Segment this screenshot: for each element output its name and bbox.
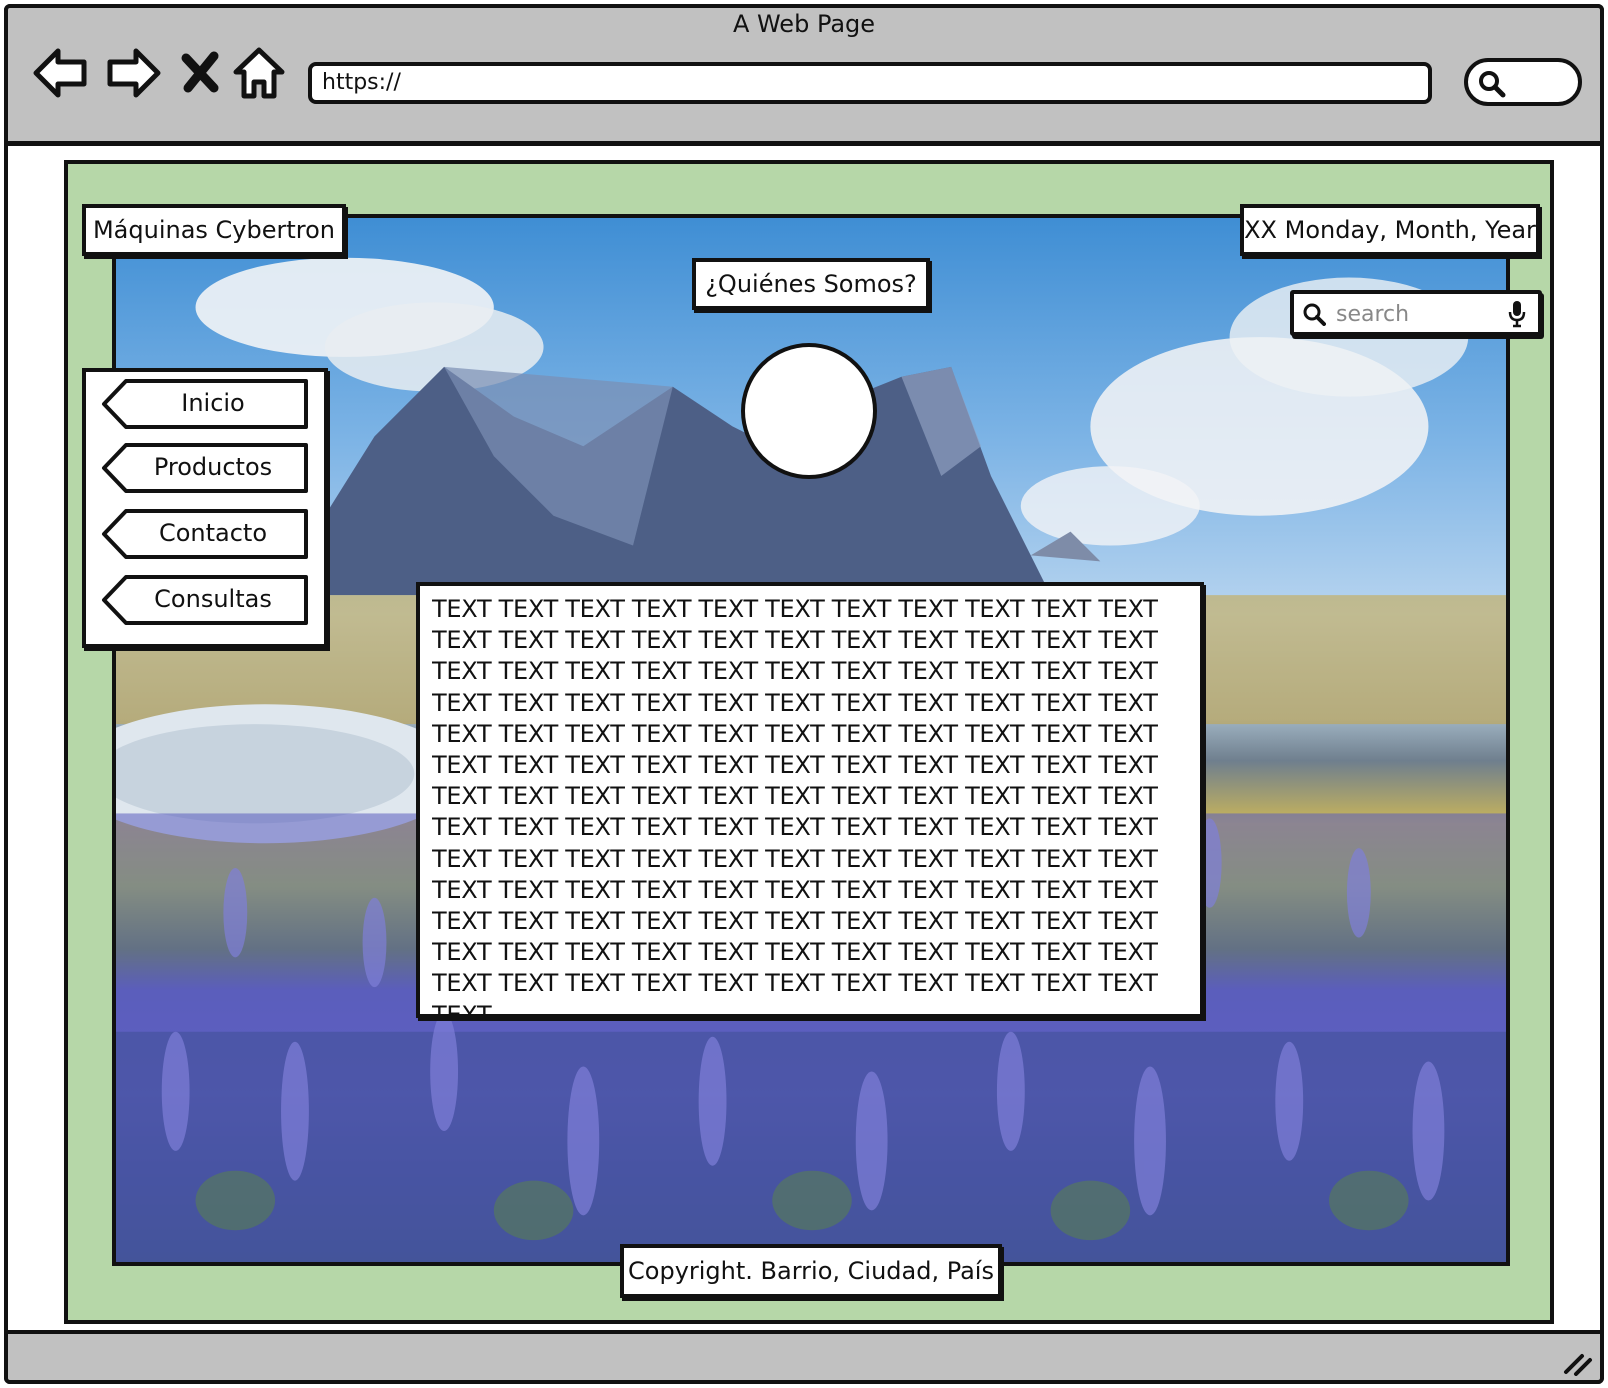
home-icon[interactable] <box>230 44 288 102</box>
search-icon <box>1479 71 1506 98</box>
forward-icon[interactable] <box>104 44 162 102</box>
search-icon <box>1303 303 1326 326</box>
nav-item-label: Contacto <box>158 519 268 547</box>
footer-copyright: Copyright. Barrio, Ciudad, País <box>620 1244 1002 1298</box>
resize-grip-icon[interactable] <box>1562 1348 1594 1376</box>
date-label: XX Monday, Month, Year <box>1240 204 1540 256</box>
nav-item-inicio[interactable]: Inicio <box>100 378 312 430</box>
content-panel: TEXT TEXT TEXT TEXT TEXT TEXT TEXT TEXT … <box>416 582 1204 1018</box>
logo-placeholder <box>741 343 877 479</box>
window-title: A Web Page <box>732 10 876 38</box>
nav-item-contacto[interactable]: Contacto <box>100 508 312 560</box>
nav-item-label: Productos <box>153 453 273 481</box>
body-text: TEXT TEXT TEXT TEXT TEXT TEXT TEXT TEXT … <box>432 595 1158 1014</box>
back-icon[interactable] <box>32 44 90 102</box>
nav-item-consultas[interactable]: Consultas <box>100 574 312 626</box>
url-bar[interactable]: https:// <box>308 62 1432 104</box>
browser-status-bar <box>4 1330 1604 1384</box>
close-icon[interactable] <box>178 44 222 102</box>
sidebar-nav: Inicio Productos Contacto Consultas <box>82 368 328 648</box>
nav-item-productos[interactable]: Productos <box>100 442 312 494</box>
site-search-input[interactable] <box>1334 298 1508 330</box>
nav-item-label: Inicio <box>181 389 245 417</box>
browser-search-field[interactable] <box>1464 58 1582 106</box>
section-title: ¿Quiénes Somos? <box>692 258 930 310</box>
site-search-bar[interactable] <box>1290 290 1542 336</box>
nav-item-label: Consultas <box>154 585 272 613</box>
url-text: https:// <box>322 70 401 95</box>
microphone-icon[interactable] <box>1508 300 1526 328</box>
site-name-label: Máquinas Cybertron <box>82 204 346 256</box>
